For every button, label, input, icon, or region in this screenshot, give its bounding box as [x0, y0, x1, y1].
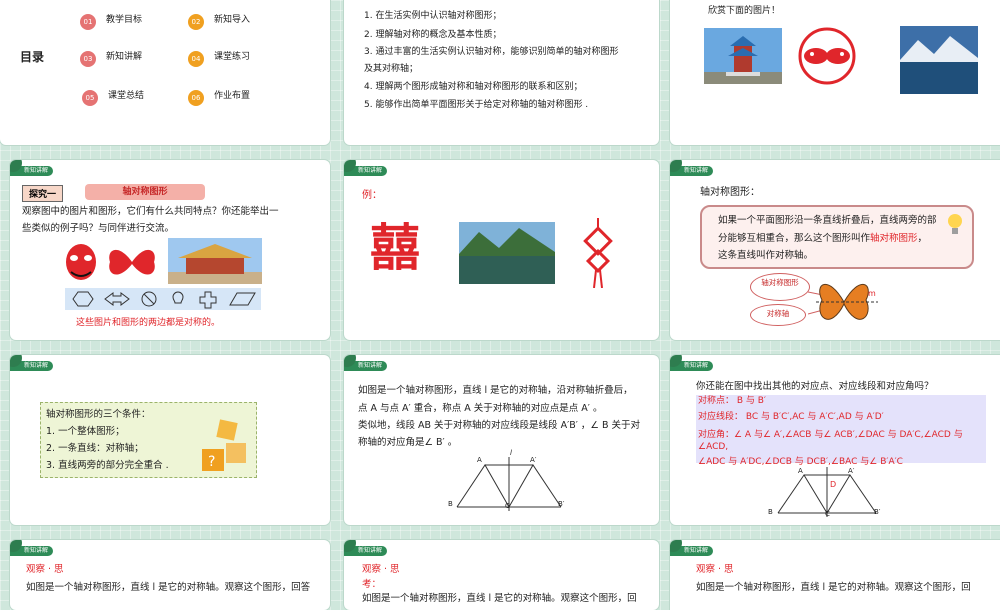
goal-line-1: 1. 在生活实例中认识轴对称图形；: [364, 11, 502, 21]
double-happiness-image: 囍: [370, 218, 420, 277]
property-line-1: 如图是一个轴对称图形，直线 l 是它的对称轴，沿对称轴折叠后，: [358, 385, 633, 396]
label-A: A: [798, 467, 803, 475]
toc-label-4: 课堂练习: [214, 52, 251, 62]
definition-line-1: 如果一个平面图形沿一条直线折叠后，直线两旁的部: [718, 215, 937, 226]
butterfly-papercut-image: [109, 249, 155, 275]
toc-label-5: 课堂总结: [108, 91, 145, 101]
chinese-knot-image: [583, 218, 613, 288]
find-segments: 对应线段： BC 与 B′C′,AC 与 A′C′,AD 与 A′D′: [698, 412, 884, 422]
definition-heading: 轴对称图形：: [700, 187, 760, 198]
condition-2: 2. 一条直线：对称轴；: [46, 443, 144, 454]
label-D: D: [830, 480, 837, 489]
explore-badge: 探究一: [22, 185, 64, 202]
observe-line: 如图是一个轴对称图形，直线 l 是它的对称轴。观察这个图形，回: [696, 582, 971, 593]
label-C: C: [505, 502, 510, 510]
find-points: 对称点： B 与 B′: [698, 396, 766, 406]
toc-label-3: 新知讲解: [106, 52, 143, 62]
label-A-prime: A′: [848, 467, 855, 475]
definition-line-3-end: 。: [803, 250, 814, 261]
toc-num-5: 05: [82, 90, 98, 106]
observe-title: 观察 · 思: [26, 564, 64, 575]
definition-line-2: 分能够互相重合，那么这个图形叫作轴对称图形，: [718, 233, 928, 244]
explore-line-1: 观察图中的图片和图形，它们有什么共同特点？你还能举出一: [22, 206, 279, 217]
label-A-prime: A′: [530, 456, 537, 464]
label-l: l: [510, 449, 512, 457]
observe-title: 观察 · 思: [696, 564, 734, 575]
condition-3: 3. 直线两旁的部分完全重合 .: [46, 460, 169, 471]
bubble-axis-figure: 轴对称图形: [750, 273, 810, 301]
bubble-axis: 对称轴: [750, 304, 806, 326]
temple-image: [704, 28, 782, 84]
toc-label-2: 新知导入: [214, 15, 251, 25]
slide-definition[interactable]: 新知讲解 轴对称图形： 如果一个平面图形沿一条直线折叠后，直线两旁的部 分能够互…: [670, 160, 1000, 340]
find-question: 你还能在图中找出其他的对应点、对应线段和对应角吗？: [696, 381, 934, 392]
condition-1: 1. 一个整体图形；: [46, 426, 125, 437]
property-line-3: 类似地，线段 AB 关于对称轴的对应线段是线段 A′B′ ，∠ B 关于对: [358, 420, 640, 431]
goal-line-5: 4. 理解两个图形成轴对称和轴对称图形的联系和区别；: [364, 82, 583, 92]
question-cubes-icon: ?: [202, 419, 246, 471]
fish-papercut-image: [792, 26, 862, 88]
definition-line-2-text: 分能够互相重合，那么这个图形叫作: [718, 233, 871, 244]
find-angles-2: ∠ACD,: [698, 442, 729, 452]
slide-property[interactable]: 新知讲解 如图是一个轴对称图形，直线 l 是它的对称轴，沿对称轴折叠后， 点 A…: [344, 355, 659, 525]
definition-term: 轴对称图形: [870, 233, 918, 244]
conditions-title: 轴对称图形的三个条件：: [46, 409, 151, 420]
lake-image: [900, 26, 978, 94]
slide-find[interactable]: 新知讲解 你还能在图中找出其他的对应点、对应线段和对应角吗？ 对称点： B 与 …: [670, 355, 1000, 525]
bubble-axis-text: 对称轴: [766, 309, 790, 318]
explore-line-2: 些类似的例子吗？与同伴进行交流。: [22, 223, 175, 234]
property-line-4: 称轴的对应角是∠ B′ 。: [358, 437, 458, 448]
observe-line: 如图是一个轴对称图形，直线 l 是它的对称轴。观察这个图形，回: [362, 593, 637, 604]
butterfly-diagram: [808, 283, 878, 320]
explore-conclusion: 这些图片和图形的两边都是对称的。: [76, 318, 221, 328]
intro-text: 欣赏下面的图片！: [708, 6, 781, 16]
label-C: C: [825, 510, 830, 518]
example-label: 例：: [362, 190, 382, 201]
goal-line-3: 3. 通过丰富的生活实例认识轴对称，能够识别简单的轴对称图形: [364, 47, 619, 57]
slide-toc[interactable]: 目录 01 教学目标 02 新知导入 03 新知讲解 04 课堂练习 05 课堂…: [0, 0, 330, 145]
toc-num-4: 04: [188, 51, 204, 67]
toc-label-6: 作业布置: [214, 91, 251, 101]
axis-label-m: m: [868, 289, 876, 298]
toc-title: 目录: [20, 50, 45, 64]
slide-intro[interactable]: 欣赏下面的图片！: [670, 0, 1000, 145]
toc-num-3: 03: [80, 51, 96, 67]
slide-example[interactable]: 新知讲解 例： 囍: [344, 160, 659, 340]
find-angles-1: 对应角：∠ A 与∠ A′,∠ACB 与∠ ACB′,∠DAC 与 DA′C,∠…: [698, 430, 963, 440]
toc-label-1: 教学目标: [106, 15, 143, 25]
definition-line-3: 这条直线叫作对称轴。: [718, 248, 813, 263]
goal-line-6: 5. 能够作出简单平面图形关于给定对称轴的轴对称图形 .: [364, 100, 589, 110]
explore-banner: 轴对称图形: [85, 184, 205, 200]
slide-goals[interactable]: 1. 在生活实例中认识轴对称图形； 2. 理解轴对称的概念及基本性质； 3. 通…: [344, 0, 659, 145]
observe-line: 如图是一个轴对称图形，直线 l 是它的对称轴。观察这个图形，回答: [26, 582, 311, 593]
observe-kao: 考：: [362, 579, 382, 590]
label-B: B: [448, 500, 453, 508]
property-line-2: 点 A 与点 A′ 重合，称点 A 关于对称轴的对应点是点 A′ 。: [358, 403, 603, 414]
label-B-prime: B′: [558, 500, 565, 508]
palace-image: [168, 238, 262, 284]
definition-axis-term: 对称轴: [775, 250, 804, 261]
bubble-axis-figure-text: 轴对称图形: [761, 278, 799, 287]
mountain-lake-image: [459, 222, 555, 284]
slide-explore[interactable]: 新知讲解 探究一 轴对称图形 观察图中的图片和图形，它们有什么共同特点？你还能举…: [10, 160, 330, 340]
toc-num-6: 06: [188, 90, 204, 106]
toc-num-2: 02: [188, 14, 204, 30]
label-B-prime: B′: [874, 508, 881, 516]
label-A: A: [477, 456, 482, 464]
observe-title: 观察 · 思: [362, 564, 400, 575]
slide-conditions[interactable]: 新知讲解 轴对称图形的三个条件： 1. 一个整体图形； 2. 一条直线：对称轴；…: [10, 355, 330, 525]
opera-mask-image: [66, 244, 96, 280]
shapes-strip: [65, 288, 261, 310]
lightbulb-icon: [948, 214, 962, 234]
goal-line-4: 及其对称轴；: [364, 64, 419, 74]
definition-line-3-text: 这条直线叫作: [718, 250, 776, 261]
svg-text:?: ?: [208, 454, 215, 470]
goal-line-2: 2. 理解轴对称的概念及基本性质；: [364, 30, 502, 40]
label-B: B: [768, 508, 773, 516]
toc-num-1: 01: [80, 14, 96, 30]
